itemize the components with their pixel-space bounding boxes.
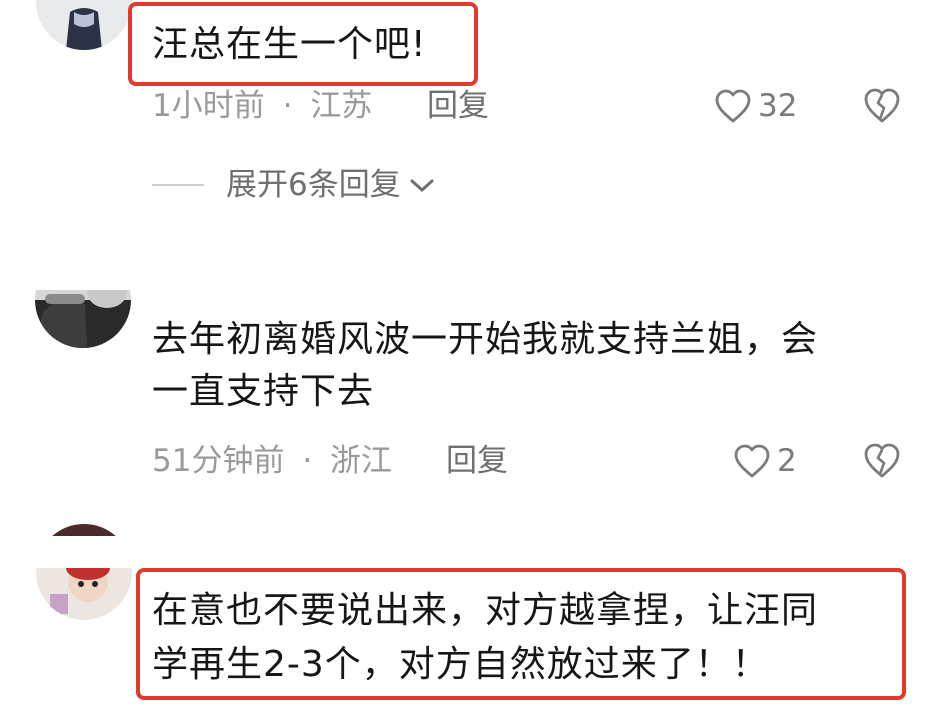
avatar[interactable] [36, 0, 132, 50]
timestamp: 51分钟前 [152, 443, 285, 479]
expand-replies-label: 展开6条回复 [226, 167, 401, 203]
comment-line: 在意也不要说出来，对方越拿捏，让汪同 [152, 590, 819, 631]
comment-text: 去年初离婚风波一开始我就支持兰姐，会 一直支持下去 [152, 314, 818, 418]
location: 江苏 [310, 88, 373, 124]
location: 浙江 [330, 443, 393, 479]
meta-separator: · [302, 443, 313, 479]
comment-text: 汪总在生一个吧! [152, 19, 426, 71]
comment-meta: 1小时前 · 江苏 [152, 86, 372, 126]
heart-outline-icon [715, 89, 751, 123]
divider-line [152, 184, 204, 186]
cropped-edge [0, 536, 950, 568]
reply-button[interactable]: 回复 [446, 441, 508, 481]
reply-button[interactable]: 回复 [427, 86, 489, 126]
comment-line: 一直支持下去 [152, 371, 375, 412]
like-button[interactable]: 32 [714, 86, 797, 126]
like-button[interactable]: 2 [733, 441, 797, 481]
expand-replies-button[interactable]: 展开6条回复 [152, 163, 437, 207]
timestamp: 1小时前 [152, 88, 265, 124]
cropped-edge [0, 250, 950, 290]
broken-heart-icon[interactable] [862, 86, 902, 126]
comment-line: 汪总在生一个吧! [152, 24, 427, 65]
chevron-down-icon [410, 179, 434, 192]
heart-outline-icon [734, 444, 770, 478]
like-count: 2 [777, 443, 797, 479]
comment-text: 在意也不要说出来，对方越拿捏，让汪同 学再生2-3个，对方自然放过来了！！ [152, 584, 818, 692]
comment-line: 学再生2-3个，对方自然放过来了！！ [152, 644, 769, 685]
meta-separator: · [282, 88, 293, 124]
like-count: 32 [758, 88, 798, 124]
broken-heart-icon[interactable] [862, 441, 902, 481]
comment-meta: 51分钟前 · 浙江 [152, 441, 392, 481]
comment-line: 去年初离婚风波一开始我就支持兰姐，会 [152, 319, 819, 360]
